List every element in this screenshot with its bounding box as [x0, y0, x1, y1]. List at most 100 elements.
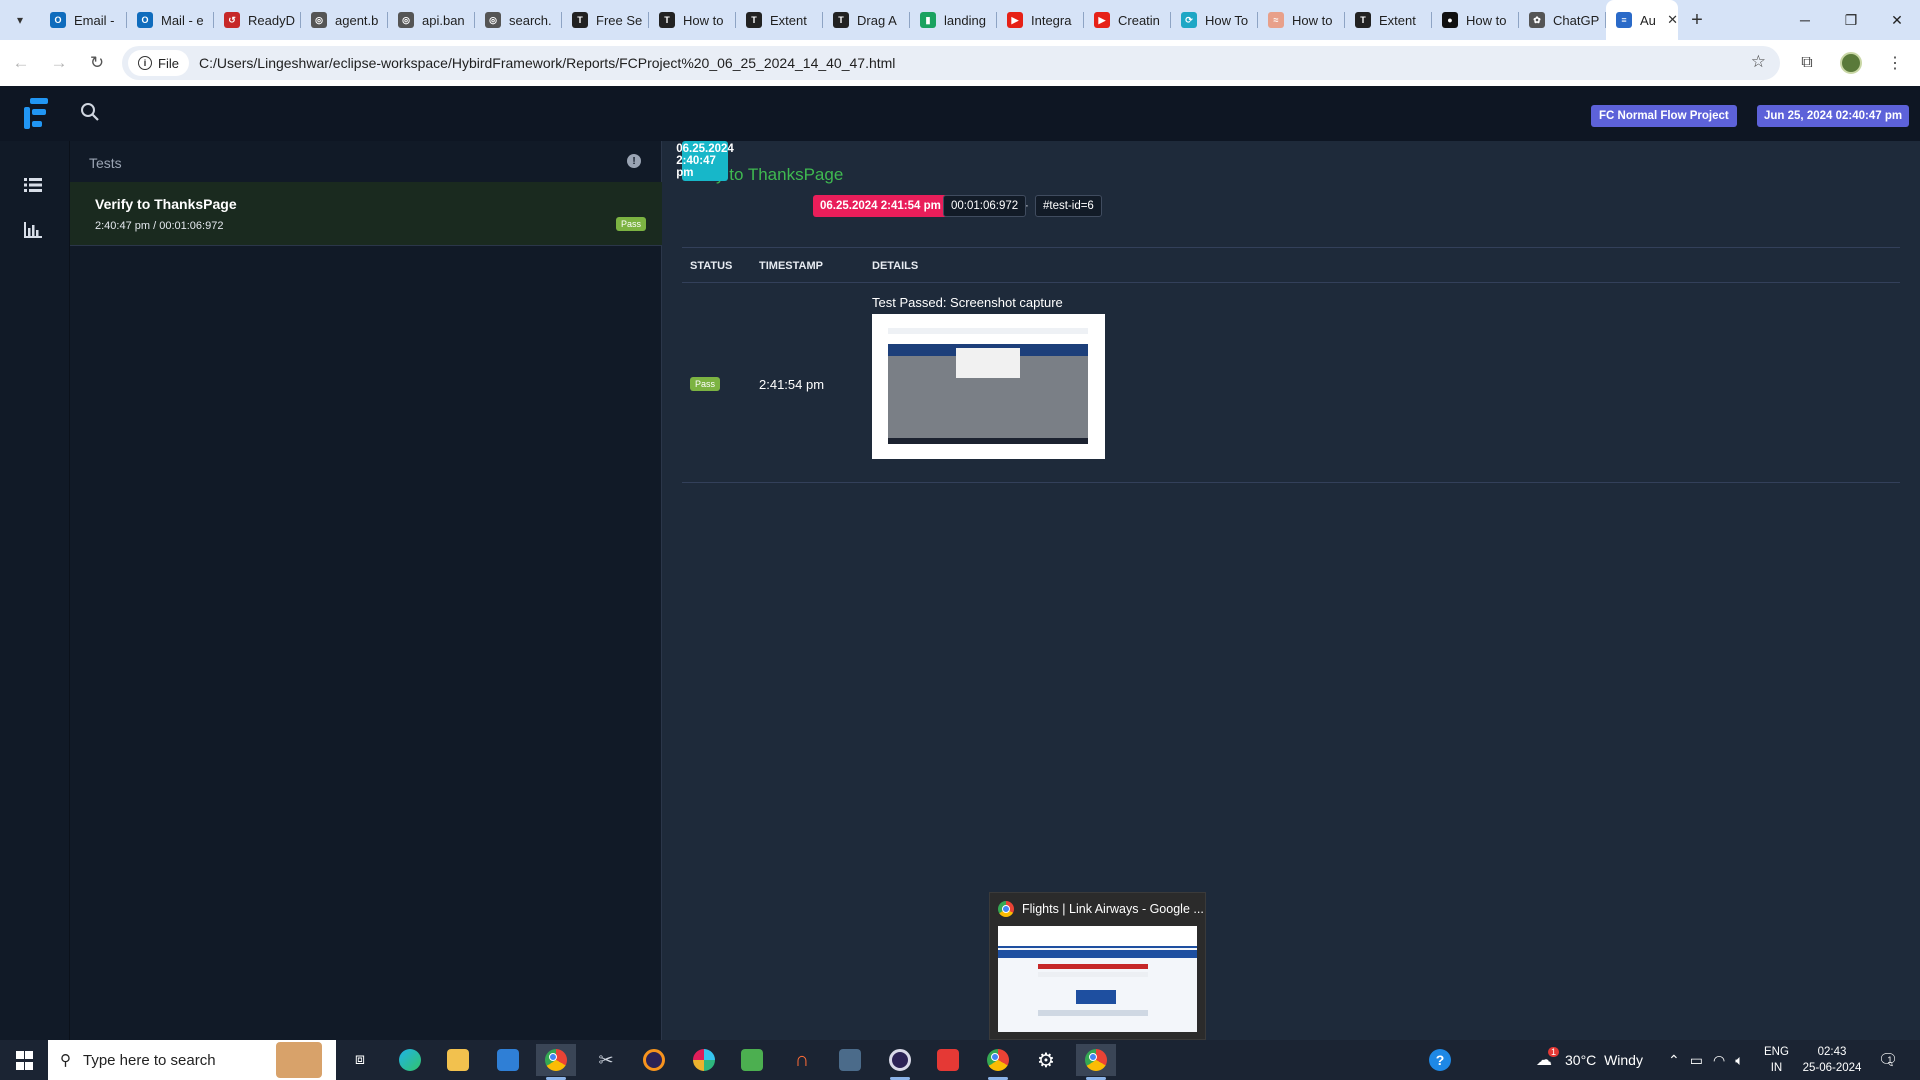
test-time-duration: 2:40:47 pm / 00:01:06:972 [95, 220, 224, 232]
browser-tab[interactable]: T Extent [736, 0, 823, 40]
info-icon: i [138, 56, 152, 70]
tab-label: Email - [74, 12, 115, 28]
tab-label: Drag A [857, 12, 897, 28]
weather-widget[interactable]: ☁ 1 30°C Windy [1536, 1040, 1643, 1080]
tab-favicon-icon: T [572, 12, 588, 28]
notepad-icon[interactable] [732, 1044, 772, 1076]
tab-favicon-icon: ▶ [1007, 12, 1023, 28]
log-timestamp: 2:41:54 pm [759, 377, 825, 392]
browser-tab[interactable]: ≈ How to [1258, 0, 1345, 40]
slack-icon[interactable] [684, 1044, 724, 1076]
tab-close-icon[interactable]: ✕ [1667, 12, 1678, 28]
help-icon[interactable]: ? [1420, 1044, 1460, 1076]
test-list-icon[interactable] [22, 175, 44, 195]
log-row: Pass 2:41:54 pm Test Passed: Screenshot … [682, 283, 1900, 483]
dashboard-chart-icon[interactable] [22, 220, 44, 240]
tab-active[interactable]: ≡ Au ✕ [1606, 0, 1678, 40]
browser-tab[interactable]: ◎ search. [475, 0, 562, 40]
language-indicator[interactable]: ENG IN [1764, 1044, 1789, 1076]
browser-tab[interactable]: O Mail - e [127, 0, 214, 40]
tab-label: Au [1640, 12, 1656, 28]
extent-logo-icon [20, 96, 52, 130]
postman-icon[interactable]: ∩ [782, 1044, 822, 1076]
tab-list: O Email - O Mail - e ↺ ReadyD ◎ agent.b ◎ api.ban… [40, 0, 1606, 40]
browser-tab[interactable]: O Email - [40, 0, 127, 40]
settings-gear-icon[interactable]: ⚙ [1026, 1044, 1066, 1076]
show-hidden-icons-chevron-icon[interactable]: ⌃ [1668, 1052, 1680, 1069]
tab-label: Integra [1031, 12, 1072, 28]
profile-avatar[interactable] [1836, 46, 1866, 80]
windows-taskbar: ⚲ Type here to search ⧈ ✂ ∩ ⚙ ? ☁ 1 30°C… [0, 1040, 1920, 1080]
browser-tab[interactable]: ◎ api.ban [388, 0, 475, 40]
tab-favicon-icon: ▶ [1094, 12, 1110, 28]
clock-date: 25-06-2024 [1802, 1062, 1862, 1074]
browser-tab[interactable]: ▮ landing [910, 0, 997, 40]
screenshot-thumbnail[interactable] [872, 314, 1105, 459]
tab-search-icon[interactable]: ▾ [6, 6, 34, 34]
browser-tab[interactable]: ▶ Creatin [1084, 0, 1171, 40]
extensions-icon[interactable]: ⧉ [1792, 46, 1822, 80]
browser-tab[interactable]: ↺ ReadyD [214, 0, 301, 40]
taskbar-search-box[interactable]: ⚲ Type here to search [48, 1040, 336, 1080]
wps-office-icon[interactable] [928, 1044, 968, 1076]
tab-label: Extent [770, 12, 807, 28]
eclipse-icon[interactable] [634, 1044, 674, 1076]
volume-icon[interactable]: 🔈︎ [1735, 1052, 1743, 1069]
browser-tab[interactable]: ⟳ How To [1171, 0, 1258, 40]
browser-tab[interactable]: T Extent [1345, 0, 1432, 40]
tab-favicon-icon: ≈ [1268, 12, 1284, 28]
search-icon[interactable] [80, 102, 102, 124]
url-text[interactable]: C:/Users/Lingeshwar/eclipse-workspace/Hy… [199, 55, 895, 71]
reload-icon[interactable]: ↻ [80, 46, 114, 80]
minimize-icon[interactable]: ─ [1782, 0, 1828, 40]
browser-tab[interactable]: ▶ Integra [997, 0, 1084, 40]
calculator-icon[interactable] [830, 1044, 870, 1076]
forward-icon[interactable]: → [42, 46, 76, 80]
eclipse-workspace-icon[interactable] [880, 1044, 920, 1080]
chrome-profile-icon[interactable] [978, 1044, 1018, 1080]
clock[interactable]: 02:43 25-06-2024 [1800, 1044, 1864, 1076]
browser-tab[interactable]: ◎ agent.b [301, 0, 388, 40]
report-date-badge: Jun 25, 2024 02:40:47 pm [1757, 105, 1910, 127]
browser-tab[interactable]: T Drag A [823, 0, 910, 40]
windows-start-button[interactable] [0, 1040, 46, 1080]
tab-label: Extent [1379, 12, 1416, 28]
menu-kebab-icon[interactable]: ⋮ [1880, 46, 1910, 80]
edge-icon[interactable] [390, 1044, 430, 1076]
tab-label: How To [1205, 12, 1249, 28]
tab-favicon-icon: ◎ [398, 12, 414, 28]
bookmark-star-icon[interactable]: ☆ [1751, 52, 1766, 72]
chrome-taskbar-icon[interactable] [536, 1044, 576, 1080]
new-tab-button[interactable]: + [1682, 9, 1712, 32]
browser-tab[interactable]: T How to [649, 0, 736, 40]
snipping-tool-icon[interactable]: ✂ [586, 1044, 626, 1076]
browser-tab[interactable]: ● How to [1432, 0, 1519, 40]
browser-tab[interactable]: ✿ ChatGP [1519, 0, 1606, 40]
tab-favicon-icon: ⟳ [1181, 12, 1197, 28]
taskbar-window-preview[interactable]: Flights | Link Airways - Google ... [989, 892, 1206, 1040]
test-list-item[interactable]: Verify to ThanksPage 2:40:47 pm / 00:01:… [70, 182, 662, 246]
info-icon[interactable]: ! [627, 154, 641, 168]
tab-favicon-icon: ✿ [1529, 12, 1545, 28]
duration-badge: 00:01:06:972 [943, 195, 1027, 217]
tab-label: How to [1292, 12, 1333, 28]
battery-icon[interactable]: ▭ [1690, 1052, 1703, 1069]
restore-icon[interactable]: ❐ [1828, 0, 1874, 40]
close-window-icon[interactable]: ✕ [1874, 0, 1920, 40]
site-info-chip[interactable]: i File [128, 50, 189, 76]
wifi-icon[interactable]: ◠ [1713, 1052, 1725, 1069]
back-icon[interactable]: ← [4, 46, 38, 80]
browser-tab[interactable]: T Free Se [562, 0, 649, 40]
tab-label: How to [1466, 12, 1507, 28]
mail-icon[interactable] [488, 1044, 528, 1076]
report-side-nav [0, 141, 70, 1040]
browser-tab-strip: ▾ O Email - O Mail - e ↺ ReadyD ◎ agent.b ◎ api.b… [0, 0, 1920, 40]
task-view-icon[interactable]: ⧈ [340, 1044, 380, 1076]
column-header-details: DETAILS [872, 260, 919, 272]
file-explorer-icon[interactable] [438, 1044, 478, 1076]
address-bar[interactable]: i File C:/Users/Lingeshwar/eclipse-works… [122, 46, 1780, 80]
chrome-active-icon[interactable] [1076, 1044, 1116, 1080]
browser-toolbar: ← → ↻ i File C:/Users/Lingeshwar/eclipse… [0, 40, 1920, 86]
separator-dot: · [1025, 200, 1029, 212]
notification-center-button[interactable]: 🗨︎ 1 [1878, 1040, 1903, 1080]
